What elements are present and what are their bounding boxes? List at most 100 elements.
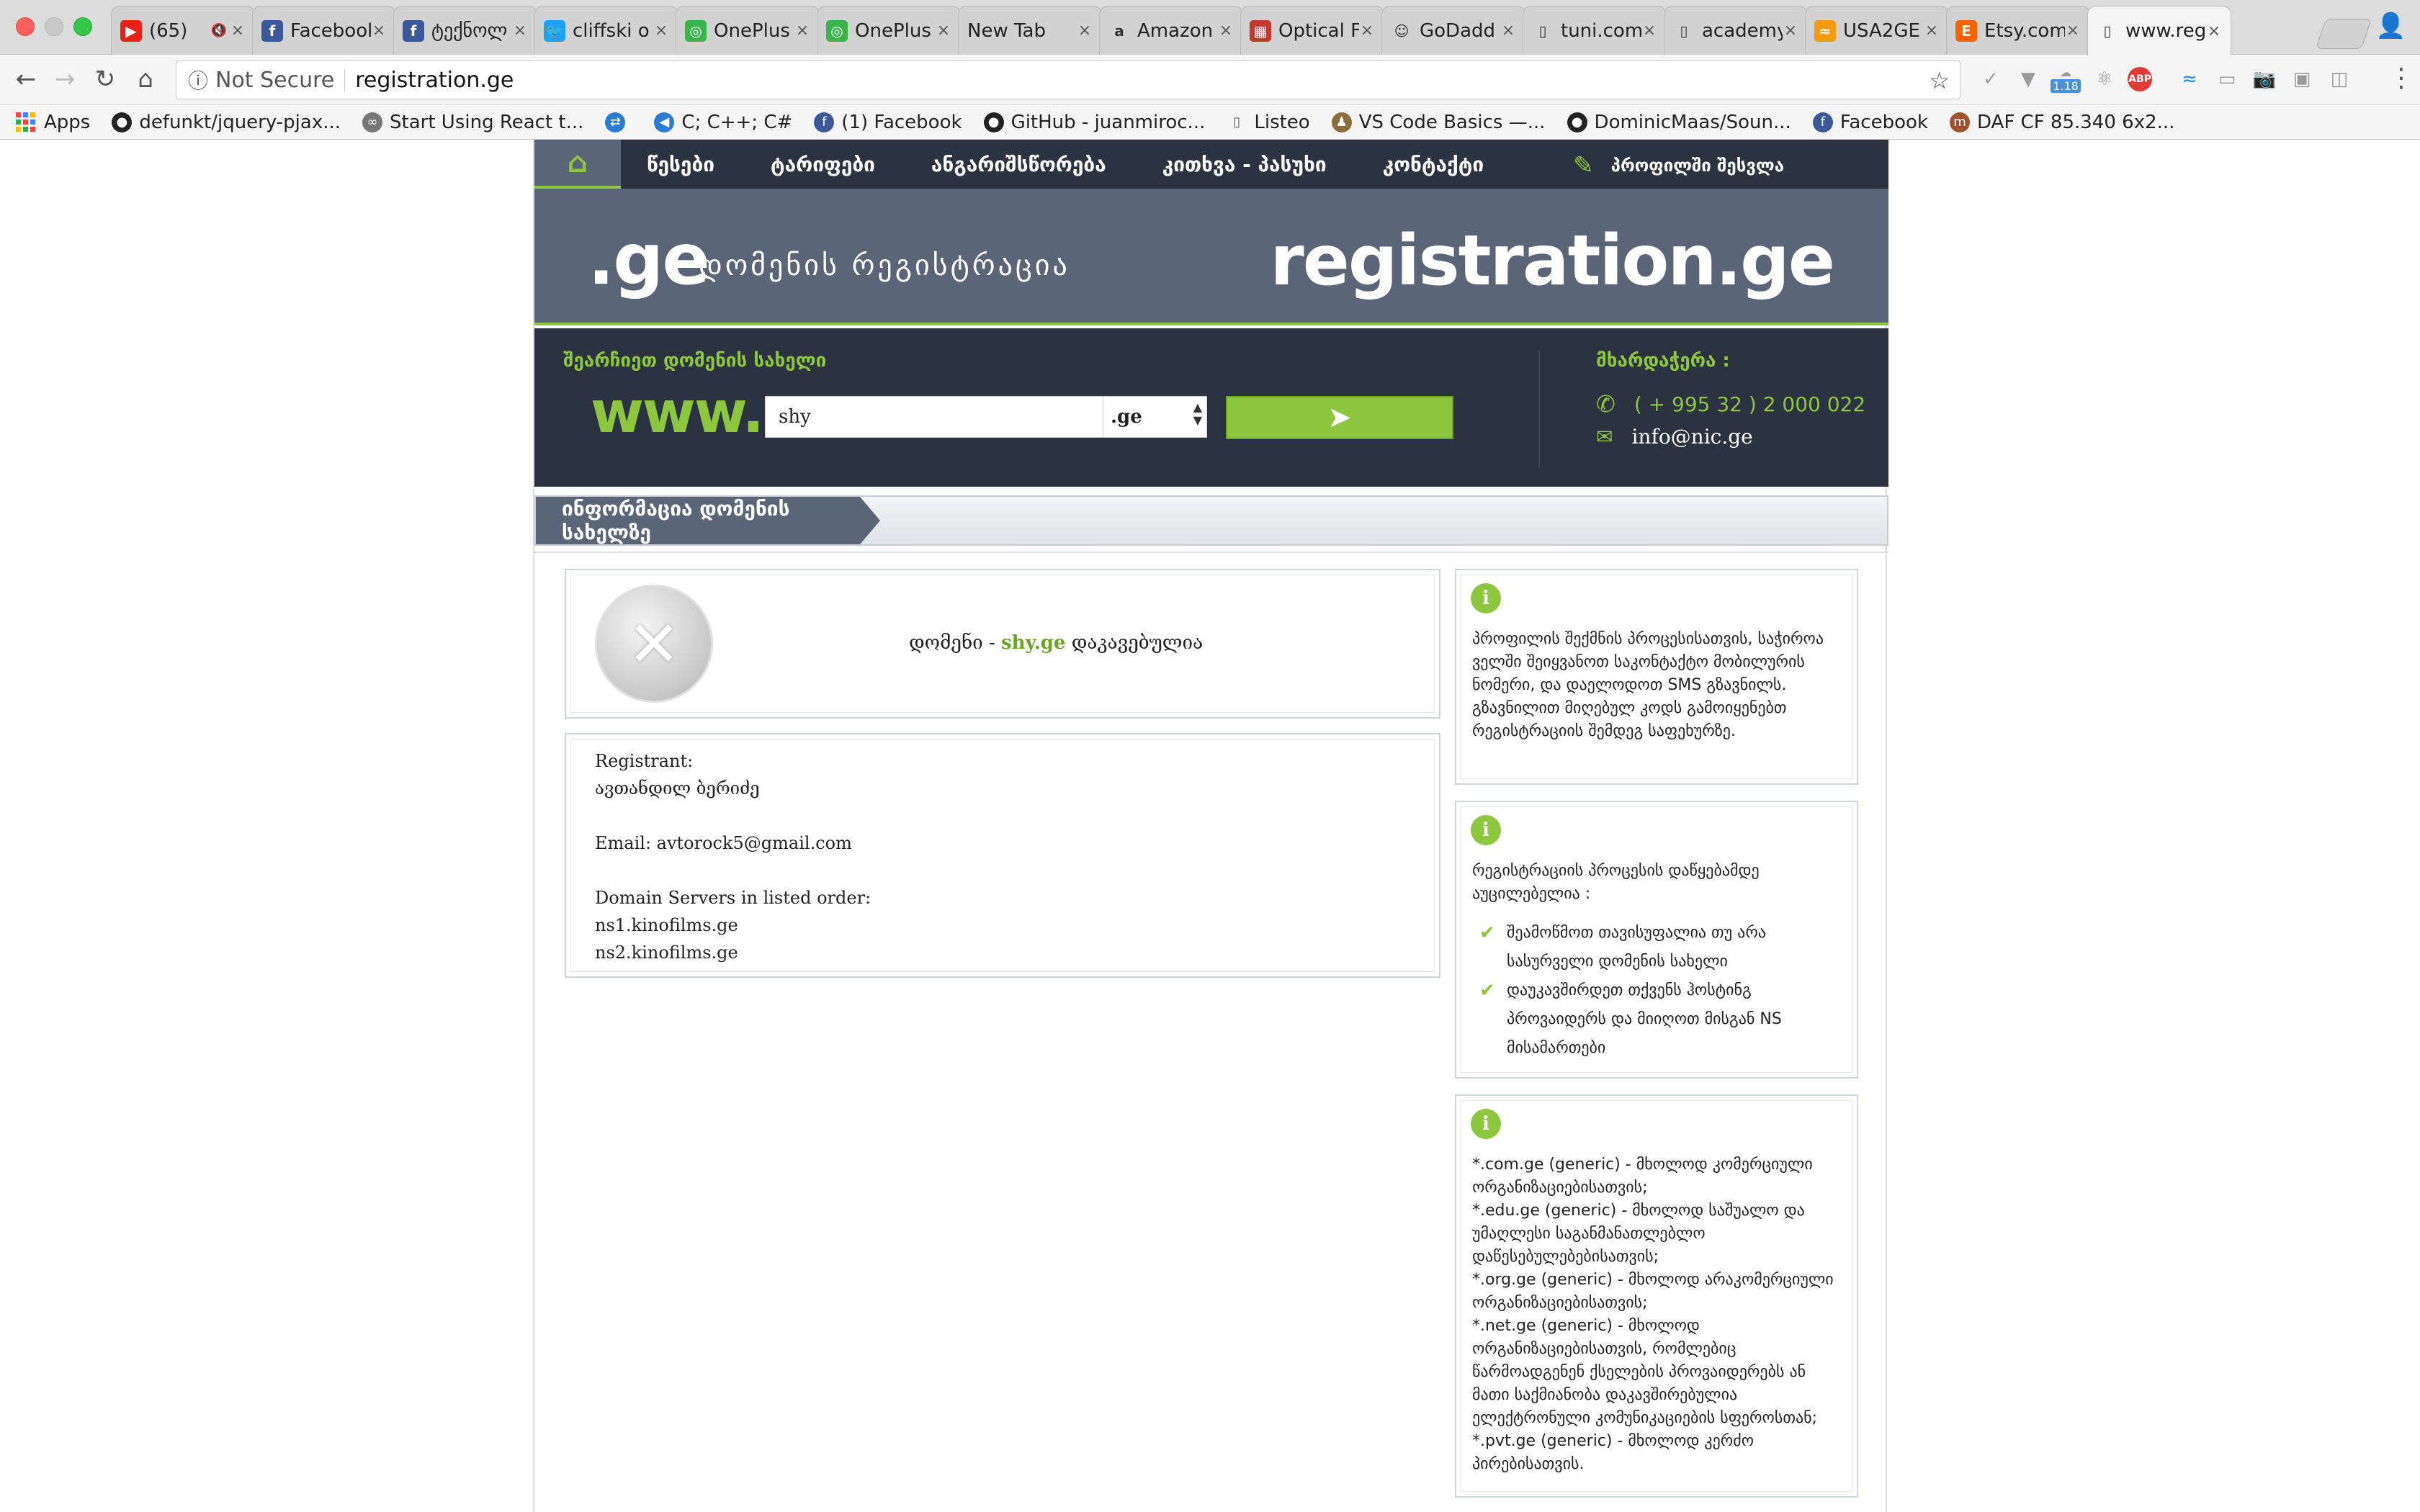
minimize-window-button[interactable] — [45, 17, 63, 36]
glasses-icon: ∞ — [362, 112, 383, 132]
muted-speaker-icon[interactable]: 🔇 — [211, 23, 227, 38]
bookmark-item[interactable]: f (1) Facebook — [814, 112, 962, 133]
adblock-icon[interactable]: ABP — [2128, 67, 2152, 91]
nav-item-tariffs[interactable]: ტარიფები — [771, 153, 875, 176]
bookmark-star-icon[interactable]: ☆ — [1929, 67, 1950, 94]
home-icon[interactable]: ⌂ — [128, 62, 163, 96]
domain-search-input[interactable] — [765, 396, 1103, 438]
message-extension-icon[interactable]: ▭ — [2213, 65, 2241, 94]
cast-extension-icon[interactable]: ▣ — [2287, 65, 2316, 94]
browser-tab[interactable]: f Facebook × — [252, 6, 396, 55]
profile-icon[interactable]: 👤 — [2375, 12, 2406, 40]
close-tab-icon[interactable]: × — [230, 22, 246, 40]
close-tab-icon[interactable]: × — [1500, 22, 1516, 40]
facebook-icon: f — [1812, 112, 1833, 132]
close-tab-icon[interactable]: × — [2065, 22, 2081, 40]
browser-tab[interactable]: 🐦 cliffski o × — [534, 6, 678, 55]
browser-tab[interactable]: f ტექნოლ × — [393, 6, 537, 55]
info-icon: i — [1471, 1109, 1501, 1139]
close-tab-icon[interactable]: × — [794, 22, 810, 40]
close-tab-icon[interactable]: × — [1359, 22, 1375, 40]
screen-extension-icon[interactable]: ◫ — [2325, 65, 2354, 94]
wave-extension-icon[interactable]: ≈ — [2175, 65, 2204, 94]
tab-strip: ▶ (65) 🔇 × f Facebook × f ტექნოლ × 🐦 cliffski o × ◎ On… — [0, 0, 2420, 55]
close-tab-icon[interactable]: × — [2206, 22, 2222, 40]
browser-tab[interactable]: ▯ www.reg × — [2087, 6, 2231, 55]
browser-tab[interactable]: ≈ USA2GE × — [1805, 6, 1949, 55]
close-window-button[interactable] — [16, 17, 35, 36]
browser-tab[interactable]: New Tab × — [958, 6, 1102, 55]
address-bar[interactable]: ⓘ Not Secure registration.ge ☆ — [176, 60, 1960, 99]
github-icon: ● — [112, 112, 133, 132]
figure-icon: ♟ — [1331, 112, 1352, 132]
new-tab-button[interactable] — [2316, 19, 2372, 49]
tld-select[interactable]: .ge ▲ ▼ — [1103, 396, 1207, 438]
bookmark-item[interactable]: Apps — [16, 112, 90, 133]
browser-tab[interactable]: ▦ Optical F × — [1240, 6, 1384, 55]
reload-button[interactable]: ↻ — [88, 62, 122, 96]
bookmark-item[interactable]: ∞ Start Using React t... — [362, 112, 583, 133]
browser-tab[interactable]: a Amazon × — [1099, 6, 1243, 55]
camera-extension-icon[interactable]: 📷 — [2250, 65, 2279, 94]
bookmark-label: GitHub - juanmiroc... — [1010, 111, 1206, 133]
support-email[interactable]: ✉ info@nic.ge — [1596, 425, 1753, 449]
close-tab-icon[interactable]: × — [1924, 22, 1940, 40]
vue-extension-icon[interactable]: ▼ — [2014, 65, 2043, 94]
bookmark-item[interactable]: m DAF CF 85.340 6x2... — [1949, 112, 2174, 133]
info-icon[interactable]: ⓘ — [188, 66, 208, 94]
bookmark-label: VS Code Basics —... — [1358, 111, 1546, 133]
close-tab-icon[interactable]: × — [1783, 22, 1798, 40]
browser-tab[interactable]: E Etsy.com × — [1946, 6, 2090, 55]
bookmark-item[interactable]: ⇄ — [605, 112, 632, 132]
bookmark-label: Start Using React t... — [390, 111, 584, 133]
browser-menu-icon[interactable]: ⋮ — [2388, 63, 2414, 93]
browser-tab[interactable]: ◎ OnePlus × — [676, 6, 820, 55]
badge-extension-icon[interactable]: ☁ 1.18 — [2051, 65, 2081, 94]
www-prefix: www. — [591, 379, 764, 446]
logo-tld[interactable]: .ge — [588, 219, 710, 301]
bookmark-item[interactable]: ● defunkt/jquery-pjax... — [112, 112, 341, 133]
close-tab-icon[interactable]: × — [371, 22, 387, 40]
browser-tab[interactable]: ▶ (65) 🔇 × — [111, 6, 255, 55]
home-button[interactable]: ⌂ — [534, 140, 621, 189]
maximize-window-button[interactable] — [73, 17, 92, 36]
info-icon: i — [1471, 815, 1501, 845]
url-text[interactable]: registration.ge — [355, 68, 514, 93]
search-submit-button[interactable]: ➤ — [1226, 396, 1453, 439]
section-title: ინფორმაცია დომენის სახელზე — [536, 497, 880, 544]
browser-tab[interactable]: ☺ GoDadd × — [1381, 6, 1525, 55]
react-extension-icon[interactable]: ⚛ — [2090, 65, 2119, 94]
tld-rule: *.com.ge (generic) - მხოლოდ კომერციული ო… — [1472, 1156, 1813, 1197]
nav-item-rules[interactable]: წესები — [647, 153, 714, 176]
list-item-text: შეამოწმოთ თავისუფალია თუ არა სასურველი დ… — [1507, 924, 1767, 971]
forward-button[interactable]: → — [48, 62, 82, 96]
tld-rule: *.pvt.ge (generic) - მხოლოდ კერძო პირები… — [1472, 1432, 1754, 1473]
bookmark-item[interactable]: ◀ C; C++; C# — [654, 112, 792, 133]
taken-x-icon: ✕ — [595, 585, 713, 703]
amazon-icon: a — [1114, 22, 1124, 40]
close-tab-icon[interactable]: × — [1641, 22, 1657, 40]
site-logo-text[interactable]: registration.ge — [1270, 220, 1835, 301]
close-tab-icon[interactable]: × — [653, 22, 669, 40]
bookmark-item[interactable]: ▯ Listeo — [1227, 112, 1309, 133]
nav-item-billing[interactable]: ანგარიშსწორება — [931, 153, 1106, 176]
close-tab-icon[interactable]: × — [1218, 22, 1234, 40]
check-extension-icon[interactable]: ✓ — [1976, 65, 2005, 94]
bookmark-item[interactable]: ● DominicMaas/Soun... — [1567, 112, 1791, 133]
close-tab-icon[interactable]: × — [512, 22, 528, 40]
bookmark-item[interactable]: f Facebook — [1812, 112, 1928, 133]
close-tab-icon[interactable]: × — [936, 22, 951, 40]
email-address[interactable]: info@nic.ge — [1631, 425, 1752, 449]
bookmark-item[interactable]: ● GitHub - juanmiroc... — [983, 111, 1206, 133]
bookmark-item[interactable]: ♟ VS Code Basics —... — [1331, 111, 1546, 133]
nav-item-contact[interactable]: კონტაქტი — [1383, 153, 1484, 176]
nav-item-faq[interactable]: კითხვა - პასუხი — [1162, 153, 1327, 176]
browser-tab[interactable]: ▯ tuni.com × — [1523, 6, 1667, 55]
page-icon: ▯ — [1680, 22, 1688, 40]
browser-tab[interactable]: ◎ OnePlus × — [817, 6, 961, 55]
browser-tab[interactable]: ▯ academy × — [1664, 6, 1808, 55]
profile-login-link[interactable]: ✎ პროფილში შესვლა — [1573, 151, 1784, 180]
close-tab-icon[interactable]: × — [1077, 22, 1093, 40]
back-button[interactable]: ← — [9, 62, 43, 96]
tab-title: Etsy.com — [1984, 19, 2065, 42]
